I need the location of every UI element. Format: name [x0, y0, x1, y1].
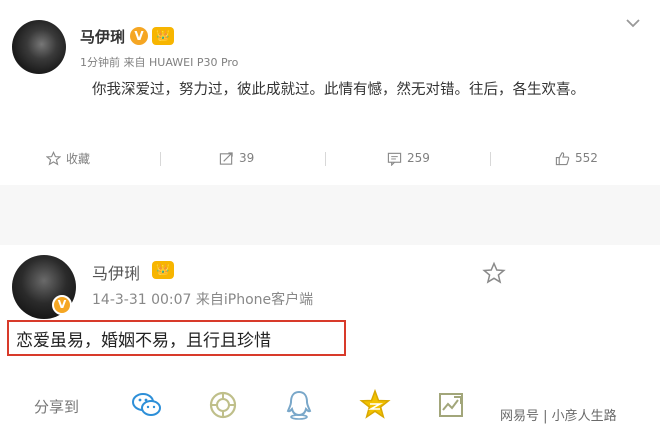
post-time: 14-3-31 00:07: [92, 292, 192, 308]
verified-icon: V: [52, 295, 72, 315]
repost-icon: [219, 151, 233, 165]
repost-count: 39: [239, 151, 255, 165]
post-action-bar: 收藏 39 259 552: [0, 140, 660, 176]
author-name[interactable]: 马伊琍: [80, 26, 125, 47]
comment-button[interactable]: 259: [387, 148, 430, 168]
comment-count: 259: [407, 151, 430, 165]
post-text: 你我深爱过，努力过，彼此成就过。此情有憾，然无对错。往后，各生欢喜。: [92, 82, 585, 98]
repost-button[interactable]: 39: [219, 148, 254, 168]
source-prefix: 来自: [123, 56, 146, 69]
share-bar: 分享到 网易号 | 小彦人生路: [0, 385, 660, 433]
thumbs-up-icon: [555, 151, 570, 165]
post-source[interactable]: HUAWEI P30 Pro: [149, 56, 238, 69]
verified-icon: V: [130, 27, 148, 45]
chevron-down-icon[interactable]: [624, 16, 642, 30]
qzone-icon[interactable]: [358, 388, 392, 422]
weibo-post-1: 马伊琍 V 👑 1分钟前 来自 HUAWEI P30 Pro 你我深爱过，努力过…: [0, 0, 660, 185]
favorite-label: 收藏: [66, 151, 91, 166]
moments-icon[interactable]: [206, 388, 240, 422]
post-meta: 1分钟前 来自 HUAWEI P30 Pro: [80, 54, 238, 70]
member-crown-icon[interactable]: 👑: [152, 261, 174, 279]
post-source[interactable]: iPhone客户端: [224, 292, 313, 308]
post-text: 恋爱虽易，婚姻不易，且行且珍惜: [16, 331, 271, 351]
section-gap: [0, 185, 660, 245]
weibo-post-2: V 马伊琍 👑 14-3-31 00:07 来自iPhone客户端 恋爱虽易，婚…: [0, 245, 660, 437]
star-icon: [46, 150, 61, 165]
member-crown-icon[interactable]: 👑: [152, 27, 174, 45]
weibo-icon[interactable]: [434, 388, 468, 422]
comment-icon: [387, 152, 402, 166]
source-prefix: 来自: [195, 292, 224, 308]
watermark: 网易号 | 小彦人生路: [500, 409, 617, 424]
favorite-star-icon[interactable]: [482, 261, 506, 285]
divider: [325, 152, 326, 166]
divider: [160, 152, 161, 166]
qq-icon[interactable]: [282, 388, 316, 422]
wechat-icon[interactable]: [130, 388, 164, 422]
avatar[interactable]: [12, 20, 66, 74]
author-name[interactable]: 马伊琍: [92, 260, 140, 284]
like-button[interactable]: 552: [555, 148, 598, 168]
like-count: 552: [575, 151, 598, 165]
post-time: 1分钟前: [80, 56, 120, 69]
share-label: 分享到: [34, 398, 80, 416]
post-meta: 14-3-31 00:07 来自iPhone客户端: [92, 289, 313, 309]
divider: [490, 152, 491, 166]
favorite-button[interactable]: 收藏: [46, 148, 90, 168]
